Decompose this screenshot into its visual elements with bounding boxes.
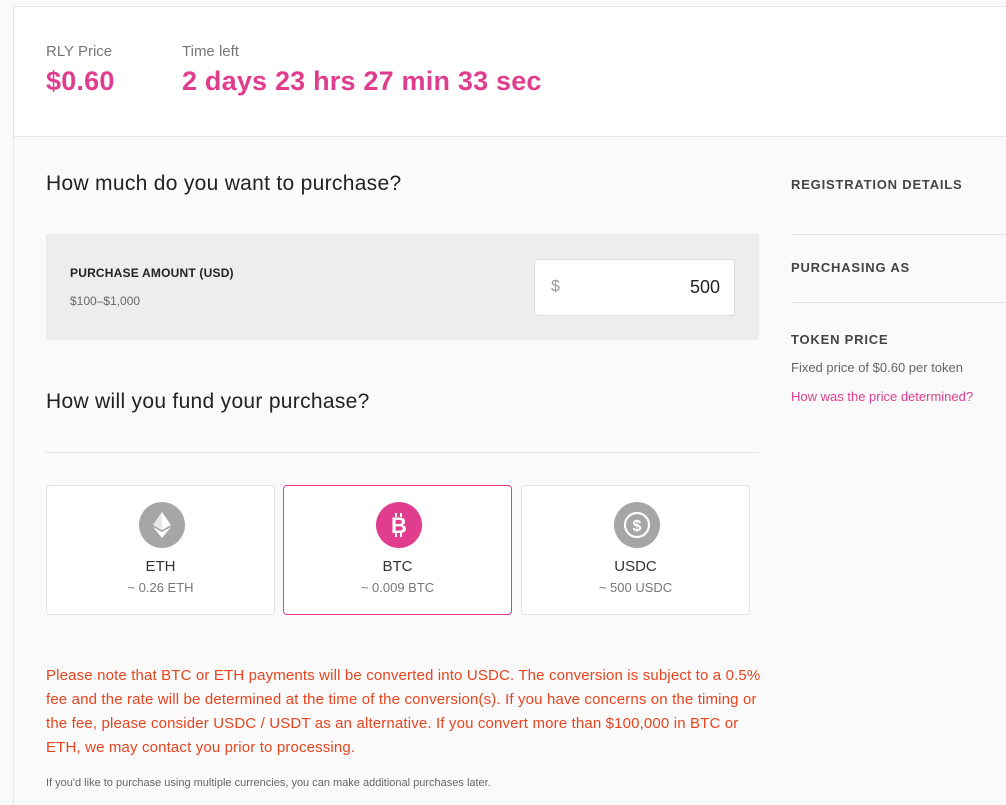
- fund-option-usdc[interactable]: $ USDC ~ 500 USDC: [521, 485, 750, 615]
- sidebar-divider: [791, 302, 1006, 303]
- purchase-amount-panel: PURCHASE AMOUNT (USD) $100–$1,000 $: [46, 234, 759, 340]
- fund-option-approx: ~ 0.26 ETH: [127, 580, 194, 595]
- fund-option-approx: ~ 500 USDC: [598, 580, 673, 595]
- ethereum-icon: [139, 502, 185, 548]
- token-price-heading: TOKEN PRICE: [791, 332, 889, 347]
- purchase-amount-input[interactable]: [565, 260, 720, 315]
- fund-option-eth[interactable]: ETH ~ 0.26 ETH: [46, 485, 275, 615]
- sidebar-divider: [791, 234, 1006, 235]
- price-determined-link[interactable]: How was the price determined?: [791, 389, 973, 404]
- content-border: [13, 137, 14, 805]
- registration-details-heading: REGISTRATION DETAILS: [791, 177, 963, 192]
- purchase-amount-title: PURCHASE AMOUNT (USD): [70, 266, 234, 280]
- multiple-currencies-note: If you'd like to purchase using multiple…: [46, 777, 491, 789]
- time-left-label: Time left: [182, 43, 239, 60]
- fund-option-name: ETH: [145, 558, 176, 575]
- bitcoin-icon: B: [376, 502, 422, 548]
- fund-option-btc[interactable]: B BTC ~ 0.009 BTC: [283, 485, 512, 615]
- fund-option-name: USDC: [614, 558, 657, 575]
- rly-price-value: $0.60: [46, 66, 115, 96]
- usdc-icon: $: [614, 502, 660, 548]
- fund-option-name: BTC: [382, 558, 413, 575]
- sale-header: RLY Price $0.60 Time left 2 days 23 hrs …: [13, 6, 1006, 137]
- svg-text:B: B: [391, 513, 407, 538]
- rly-price-stat: RLY Price $0.60: [46, 43, 115, 97]
- time-left-value: 2 days 23 hrs 27 min 33 sec: [182, 66, 542, 96]
- funding-heading: How will you fund your purchase?: [46, 390, 370, 413]
- purchase-amount-field[interactable]: $: [534, 259, 735, 316]
- fund-option-approx: ~ 0.009 BTC: [360, 580, 435, 595]
- purchasing-as-heading: PURCHASING AS: [791, 260, 910, 275]
- purchase-amount-heading: How much do you want to purchase?: [46, 172, 402, 195]
- conversion-notice: Please note that BTC or ETH payments wil…: [46, 667, 761, 756]
- rly-price-label: RLY Price: [46, 43, 113, 60]
- currency-symbol: $: [551, 278, 560, 295]
- purchase-amount-range: $100–$1,000: [70, 294, 141, 308]
- section-divider: [46, 452, 759, 453]
- token-price-text: Fixed price of $0.60 per token: [791, 360, 963, 375]
- time-left-stat: Time left 2 days 23 hrs 27 min 33 sec: [182, 43, 542, 97]
- svg-text:$: $: [633, 518, 642, 535]
